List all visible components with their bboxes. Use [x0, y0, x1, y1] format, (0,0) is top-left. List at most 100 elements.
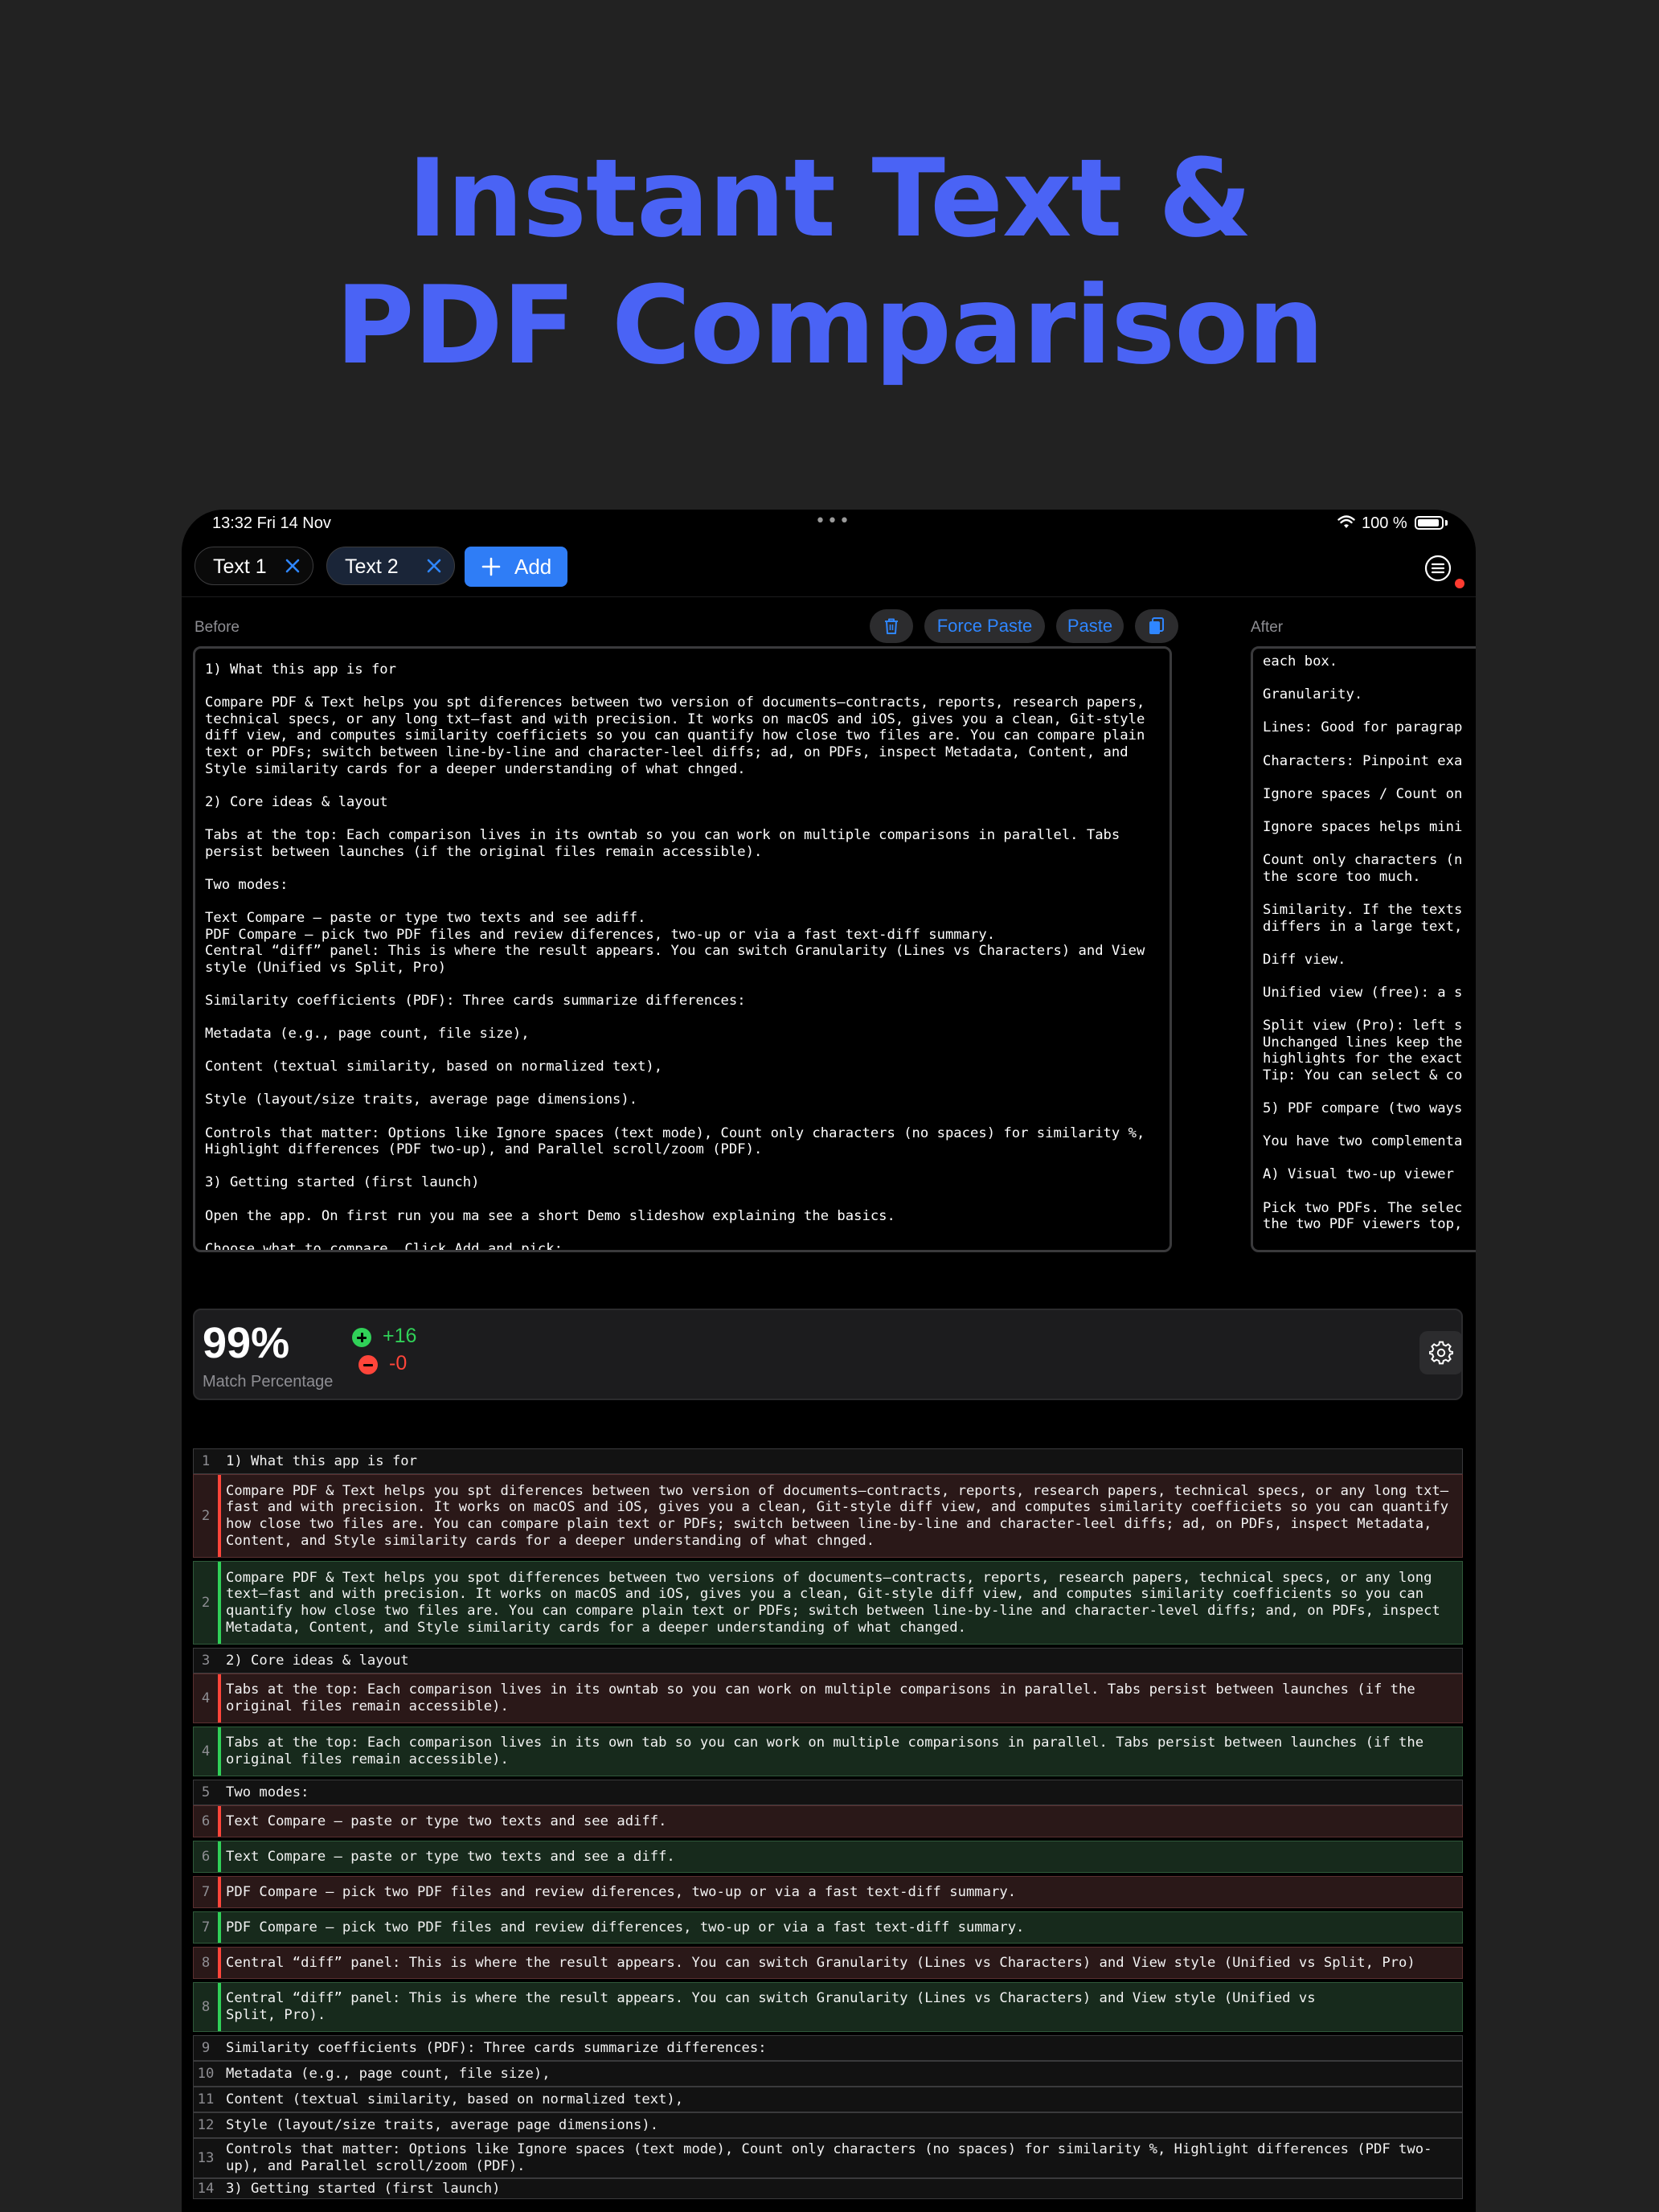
line-number: 14 [197, 2180, 215, 2197]
line-number: 8 [201, 1998, 211, 2015]
diff-line-text: 1) What this app is for [226, 1452, 417, 1469]
status-time: 13:32 Fri 14 Nov [212, 514, 331, 532]
after-text-editor[interactable]: each box. Granularity. Lines: Good for p… [1251, 646, 1476, 1252]
line-number: 4 [201, 1743, 211, 1759]
diff-line-text: Tabs at the top: Each comparison lives i… [226, 1682, 1424, 1714]
after-text[interactable]: each box. Granularity. Lines: Good for p… [1263, 653, 1476, 1233]
diff-line-text: Content (textual similarity, based on no… [226, 2091, 684, 2108]
before-text-editor[interactable]: 1) What this app is for Compare PDF & Te… [193, 646, 1172, 1252]
clipboard-icon [1149, 617, 1164, 634]
line-number: 10 [197, 2065, 215, 2082]
line-number: 4 [201, 1690, 211, 1706]
diff-line-text: Central “diff” panel: This is where the … [226, 1954, 1415, 1971]
added-icon [352, 1328, 371, 1347]
close-icon[interactable] [281, 554, 305, 578]
tab-text-2[interactable]: Text 2 [326, 547, 455, 585]
gear-icon [1429, 1341, 1453, 1365]
line-number: 3 [201, 1652, 211, 1669]
line-number: 9 [201, 2039, 211, 2056]
diff-row-added[interactable]: 6 Text Compare — paste or type two texts … [193, 1841, 1463, 1873]
diff-row-removed[interactable]: 4 Tabs at the top: Each comparison lives … [193, 1673, 1463, 1723]
battery-icon [1415, 516, 1444, 530]
change-marker [218, 1841, 221, 1872]
change-marker [218, 1806, 221, 1837]
diff-row[interactable]: 3 2) Core ideas & layout [193, 1648, 1463, 1673]
before-text[interactable]: 1) What this app is for Compare PDF & Te… [205, 662, 1163, 1250]
headline-line-2: PDF Comparison [335, 263, 1324, 388]
line-number: 2 [201, 1594, 211, 1611]
diff-line-text: Controls that matter: Options like Ignor… [226, 2141, 1432, 2174]
change-marker [218, 1983, 221, 2031]
diff-line-text: Text Compare — paste or type two texts a… [226, 1813, 667, 1829]
diff-line-text: Metadata (e.g., page count, file size), [226, 2065, 551, 2082]
diff-row[interactable]: 11 Content (textual similarity, based on … [193, 2087, 1463, 2112]
add-tab-button[interactable]: Add [465, 547, 567, 587]
add-button-label: Add [514, 555, 552, 579]
diff-row[interactable]: 12 Style (layout/size traits, average pag… [193, 2112, 1463, 2138]
line-number: 12 [197, 2116, 215, 2133]
change-marker [218, 1562, 221, 1644]
headline-line-1: Instant Text & [407, 136, 1252, 261]
diff-line-text: Compare PDF & Text helps you spot differ… [226, 1569, 1449, 1636]
diff-line-text: PDF Compare — pick two PDF files and rev… [226, 1919, 1025, 1936]
match-label: Match Percentage [203, 1373, 334, 1391]
diff-line-text: Similarity coefficients (PDF): Three car… [226, 2039, 767, 2056]
change-marker [218, 1912, 221, 1943]
change-marker [218, 1674, 221, 1722]
diff-row-added[interactable]: 8 Central “diff” panel: This is where the… [193, 1982, 1463, 2032]
clear-button[interactable] [870, 609, 913, 643]
diff-row-added[interactable]: 7 PDF Compare — pick two PDF files and re… [193, 1911, 1463, 1944]
diff-panel[interactable]: 1 1) What this app is for 2 Compare PDF & T… [193, 1448, 1463, 2212]
line-number: 6 [201, 1848, 211, 1865]
line-number: 7 [201, 1883, 211, 1900]
tab-text-1[interactable]: Text 1 [195, 547, 313, 585]
plus-icon [481, 556, 502, 583]
diff-row[interactable]: 5 Two modes: [193, 1780, 1463, 1805]
force-paste-button[interactable]: Force Paste [924, 609, 1045, 643]
device-screen: 13:32 Fri 14 Nov ••• 100 % Text 1 Text 2… [182, 510, 1476, 2212]
line-number: 13 [197, 2149, 215, 2166]
diff-row[interactable]: 10 Metadata (e.g., page count, file size)… [193, 2061, 1463, 2087]
diff-row[interactable]: 1 1) What this app is for [193, 1448, 1463, 1474]
tab-bar: Text 1 Text 2 Add [182, 547, 1476, 588]
removed-count: -0 [389, 1352, 408, 1374]
diff-line-text: Central “diff” panel: This is where the … [226, 1990, 1316, 2023]
line-number: 11 [197, 2091, 215, 2108]
settings-button[interactable] [1419, 1331, 1463, 1374]
paste-button[interactable]: Paste [1056, 609, 1124, 643]
diff-row[interactable]: 9 Similarity coefficients (PDF): Three ca… [193, 2035, 1463, 2061]
diff-line-text: Compare PDF & Text helps you spt diferen… [226, 1482, 1457, 1549]
tab-label: Text 1 [213, 555, 267, 578]
battery-tip [1445, 520, 1448, 526]
line-number: 5 [201, 1784, 211, 1800]
diff-line-text: 3) Getting started (first launch) [226, 2180, 501, 2197]
diff-line-text: Text Compare — paste or type two texts a… [226, 1848, 675, 1865]
change-marker [218, 1948, 221, 1978]
diff-line-text: Style (layout/size traits, average page … [226, 2116, 659, 2133]
menu-icon[interactable] [1424, 555, 1452, 582]
line-number: 6 [201, 1813, 211, 1829]
diff-row-removed[interactable]: 6 Text Compare — paste or type two texts … [193, 1805, 1463, 1837]
diff-row-added[interactable]: 2 Compare PDF & Text helps you spot diffe… [193, 1561, 1463, 1645]
match-stats-card: 99% Match Percentage +16 -0 [193, 1309, 1463, 1400]
copy-button[interactable] [1135, 609, 1178, 643]
notification-badge [1455, 579, 1464, 588]
close-icon[interactable] [422, 554, 446, 578]
diff-row-added[interactable]: 4 Tabs at the top: Each comparison lives … [193, 1727, 1463, 1776]
diff-line-text: 2) Core ideas & layout [226, 1652, 409, 1669]
diff-row-removed[interactable]: 2 Compare PDF & Text helps you spt difere… [193, 1474, 1463, 1558]
match-percentage: 99% [203, 1319, 290, 1367]
removed-icon [358, 1355, 378, 1374]
diff-row[interactable]: 14 3) Getting started (first launch) [193, 2178, 1463, 2199]
line-number: 1 [201, 1452, 211, 1469]
diff-row[interactable]: 13 Controls that matter: Options like Ign… [193, 2138, 1463, 2178]
diff-line-text: PDF Compare — pick two PDF files and rev… [226, 1883, 1017, 1900]
headline: Instant Text & PDF Comparison [0, 135, 1659, 389]
status-bar: 13:32 Fri 14 Nov ••• 100 % [182, 510, 1476, 539]
diff-row-removed[interactable]: 7 PDF Compare — pick two PDF files and re… [193, 1876, 1463, 1908]
diff-line-text: Two modes: [226, 1784, 309, 1800]
change-marker [218, 1727, 221, 1776]
battery-percent: 100 % [1362, 514, 1407, 532]
diff-row-removed[interactable]: 8 Central “diff” panel: This is where the… [193, 1947, 1463, 1979]
multitasking-dots-icon[interactable]: ••• [815, 511, 851, 531]
